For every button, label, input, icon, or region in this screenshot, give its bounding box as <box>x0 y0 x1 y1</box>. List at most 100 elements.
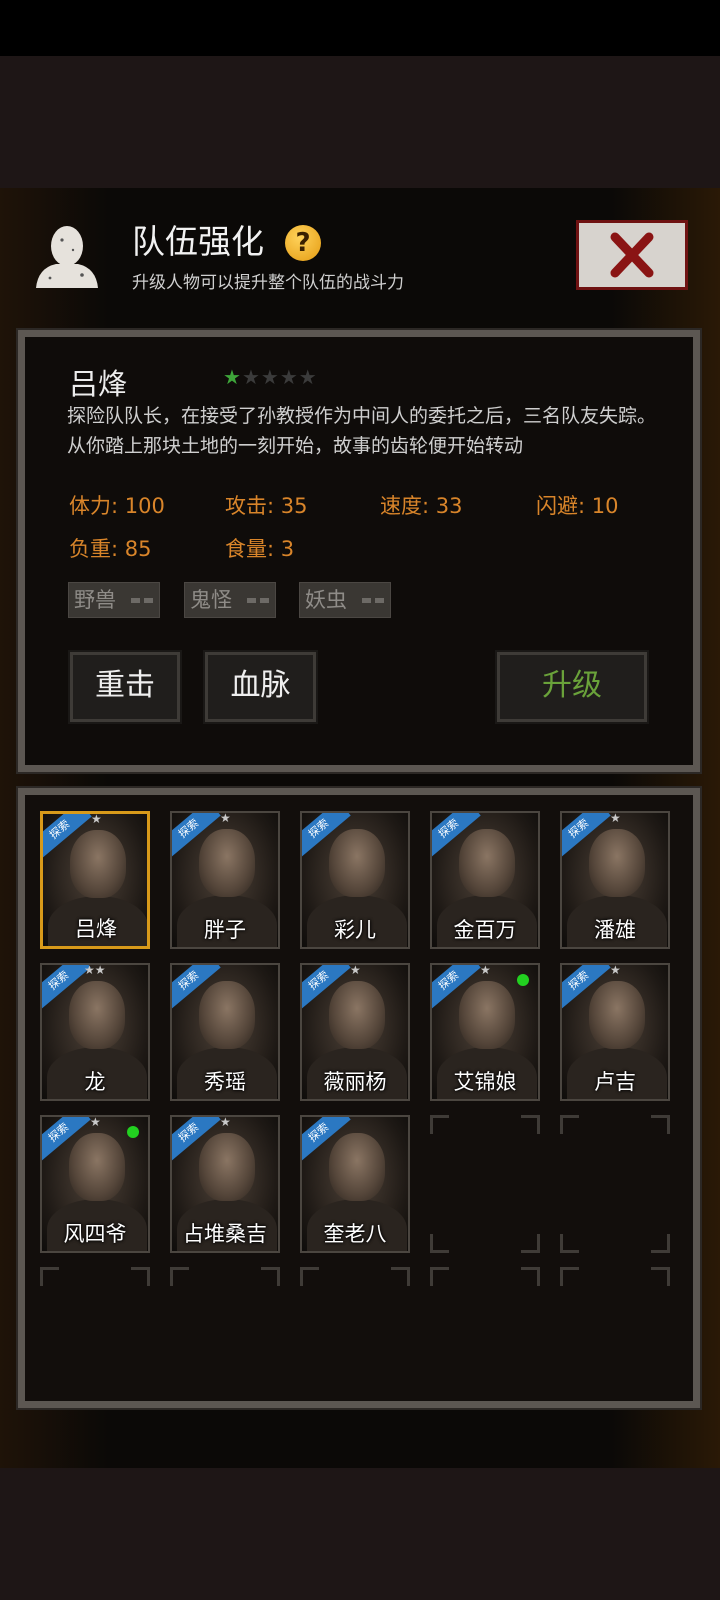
slot-corner <box>430 1267 449 1286</box>
character-card-name: 龙 <box>84 1070 106 1094</box>
slot-corner <box>651 1267 670 1286</box>
empty-slot <box>560 1267 670 1307</box>
card-star-rating: ★ <box>610 811 621 825</box>
slot-corner <box>40 1267 59 1286</box>
character-portrait: 探索 ★ 占堆桑吉 <box>170 1115 280 1253</box>
portrait-face <box>69 1133 125 1201</box>
stat-attack: 攻击: 35 <box>225 494 308 518</box>
question-mark-icon[interactable]: ? <box>285 225 321 261</box>
character-portrait: 探索 ★ 潘雄 <box>560 811 670 949</box>
slot-corner <box>261 1267 280 1286</box>
slot-corner <box>521 1234 540 1253</box>
character-portrait: 探索 ★ 胖子 <box>170 811 280 949</box>
character-portrait: 探索 金百万 <box>430 811 540 949</box>
character-portrait: 探索 ★ 卢吉 <box>560 963 670 1101</box>
portrait-face <box>199 829 255 897</box>
character-card[interactable]: 探索 ★ 潘雄 <box>560 811 670 949</box>
character-card[interactable]: 探索 ★ 胖子 <box>170 811 280 949</box>
team-upgrade-panel: 队伍强化 ? 升级人物可以提升整个队伍的战斗力 吕烽 ★★★★★ 探险队队长，在… <box>0 188 720 1468</box>
portrait-face <box>69 981 125 1049</box>
slot-corner <box>560 1267 579 1286</box>
character-card-name: 潘雄 <box>594 918 636 942</box>
character-card[interactable]: 探索 ★ 薇丽杨 <box>300 963 410 1101</box>
portrait-face <box>589 829 645 897</box>
slot-corner <box>170 1267 189 1286</box>
empty-slot <box>430 1115 540 1253</box>
page-title: 队伍强化 <box>132 222 264 261</box>
card-star-rating: ★★ <box>84 963 106 977</box>
character-card-name: 吕烽 <box>75 917 117 941</box>
character-card[interactable]: 探索 ★ 艾锦娘 <box>430 963 540 1101</box>
character-card[interactable]: 探索 金百万 <box>430 811 540 949</box>
empty-slot <box>40 1267 150 1307</box>
star-empty-icon: ★ <box>298 365 318 389</box>
portrait-face <box>70 830 126 898</box>
portrait-face <box>329 829 385 897</box>
character-name: 吕烽 <box>69 367 128 401</box>
tag-ghost: 鬼怪 <box>184 582 276 618</box>
card-star-rating: ★ <box>220 1115 231 1129</box>
character-portrait: 探索 ★ 薇丽杨 <box>300 963 410 1101</box>
empty-slot <box>560 1115 670 1253</box>
character-card[interactable]: 探索 奎老八 <box>300 1115 410 1253</box>
card-star-rating: ★ <box>610 963 621 977</box>
status-dot-icon <box>517 974 529 986</box>
stat-food: 食量: 3 <box>225 537 295 561</box>
star-filled-icon: ★ <box>223 365 242 389</box>
character-roster-grid: 探索 ★ 吕烽 探索 ★ 胖子 探索 彩儿 探索 金百万 探索 ★ 潘雄 探索 ★★ 龙探索 秀瑶 探索 ★ 薇丽杨探… <box>16 786 702 1410</box>
character-card[interactable]: 探索 ★ 吕烽 <box>40 811 150 949</box>
avatar-silhouette-icon <box>32 220 102 290</box>
slot-corner <box>521 1115 540 1134</box>
character-portrait: 探索 ★★ 龙 <box>40 963 150 1101</box>
portrait-face <box>199 1133 255 1201</box>
portrait-face <box>459 829 515 897</box>
portrait-face <box>199 981 255 1049</box>
portrait-face <box>589 981 645 1049</box>
status-bar <box>0 0 720 56</box>
character-card-name: 薇丽杨 <box>323 1070 387 1094</box>
close-button[interactable] <box>576 220 688 290</box>
card-star-rating: ★ <box>480 963 491 977</box>
empty-slot <box>300 1267 410 1307</box>
bloodline-button[interactable]: 血脉 <box>203 650 318 724</box>
status-dot-icon <box>127 1126 139 1138</box>
card-star-rating: ★ <box>220 811 231 825</box>
tag-beast: 野兽 <box>68 582 160 618</box>
slot-corner <box>560 1234 579 1253</box>
stat-load: 负重: 85 <box>69 537 152 561</box>
slot-corner <box>521 1267 540 1286</box>
close-x-icon <box>610 232 654 278</box>
character-card-name: 胖子 <box>204 918 246 942</box>
slot-corner <box>131 1267 150 1286</box>
character-card[interactable]: 探索 秀瑶 <box>170 963 280 1101</box>
slot-corner <box>560 1115 579 1134</box>
portrait-face <box>329 981 385 1049</box>
character-portrait: 探索 秀瑶 <box>170 963 280 1101</box>
star-empty-icon: ★ <box>279 365 299 389</box>
stat-evasion: 闪避: 10 <box>536 494 619 518</box>
character-portrait: 探索 彩儿 <box>300 811 410 949</box>
character-portrait: 探索 ★ 艾锦娘 <box>430 963 540 1101</box>
empty-slot <box>430 1267 540 1307</box>
card-star-rating: ★ <box>350 963 361 977</box>
character-card-name: 彩儿 <box>334 918 376 942</box>
slot-corner <box>651 1115 670 1134</box>
upgrade-button[interactable]: 升级 <box>495 650 649 724</box>
character-portrait: 探索 ★ 吕烽 <box>40 811 150 949</box>
character-card[interactable]: 探索 彩儿 <box>300 811 410 949</box>
tag-insect: 妖虫 <box>299 582 391 618</box>
star-rating: ★★★★★ <box>223 365 318 389</box>
character-card[interactable]: 探索 ★ 风四爷 <box>40 1115 150 1253</box>
character-card[interactable]: 探索 ★ 占堆桑吉 <box>170 1115 280 1253</box>
stat-speed: 速度: 33 <box>380 494 463 518</box>
character-card[interactable]: 探索 ★ 卢吉 <box>560 963 670 1101</box>
character-card[interactable]: 探索 ★★ 龙 <box>40 963 150 1101</box>
heavy-strike-button[interactable]: 重击 <box>68 650 182 724</box>
character-portrait: 探索 奎老八 <box>300 1115 410 1253</box>
character-card-name: 占堆桑吉 <box>183 1222 267 1246</box>
slot-corner <box>300 1267 319 1286</box>
page-subtitle: 升级人物可以提升整个队伍的战斗力 <box>132 273 404 293</box>
card-star-rating: ★ <box>91 812 102 826</box>
slot-corner <box>430 1234 449 1253</box>
portrait-face <box>459 981 515 1049</box>
